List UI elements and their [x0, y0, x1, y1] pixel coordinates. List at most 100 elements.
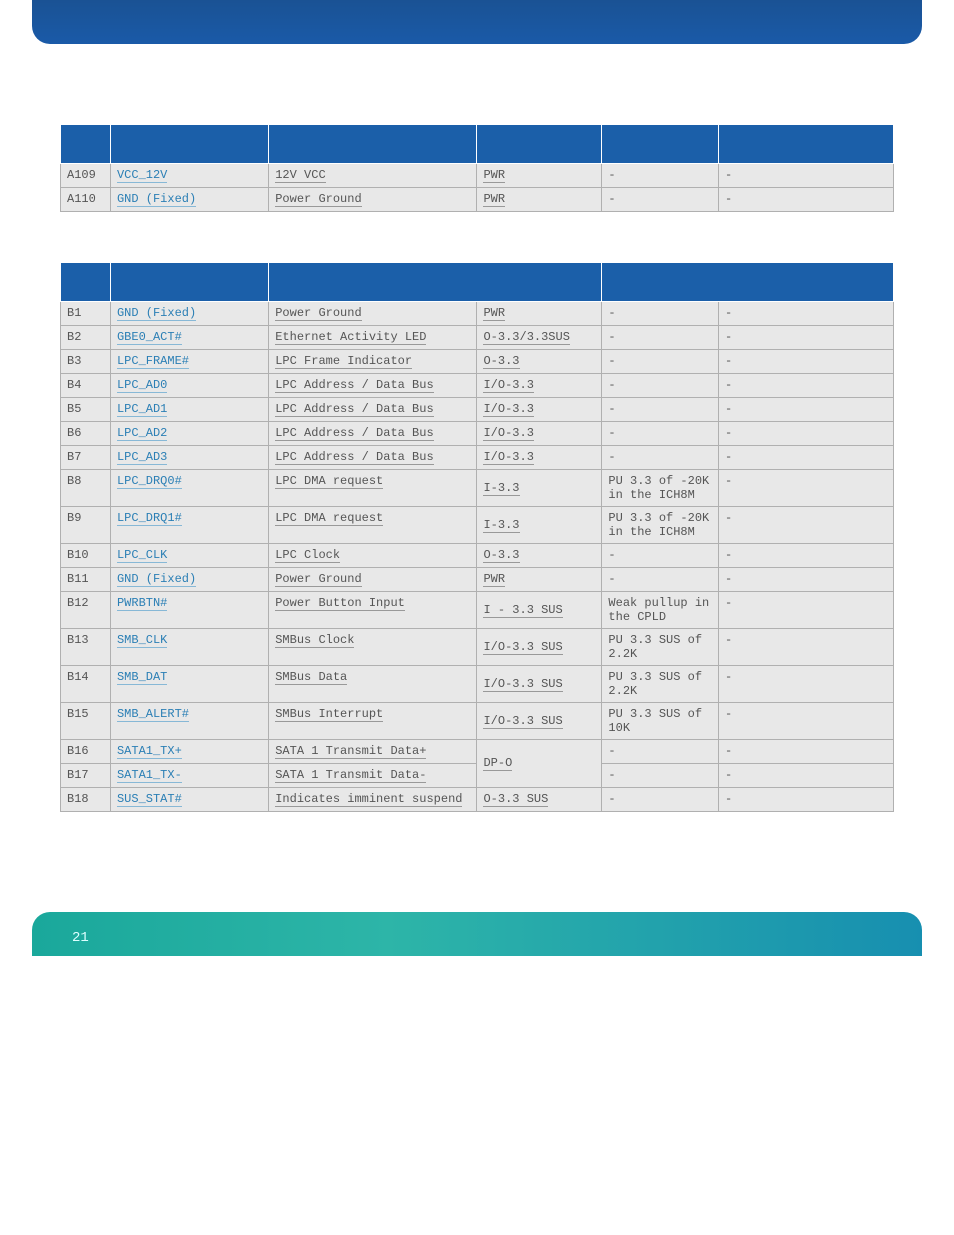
cell-type: O-3.3/3.3SUS: [477, 326, 602, 350]
cell-pu: -: [602, 164, 719, 188]
table-row: B5LPC_AD1LPC Address / Data BusI/O-3.3--: [61, 398, 894, 422]
header-signal: [110, 263, 268, 302]
cell-desc: Power Ground: [269, 302, 477, 326]
cell-desc: Indicates imminent suspend: [269, 788, 477, 812]
cell-pin: B10: [61, 544, 111, 568]
cell-pin: B1: [61, 302, 111, 326]
cell-pu: -: [602, 544, 719, 568]
cell-type: PWR: [477, 302, 602, 326]
cell-signal: GND (Fixed): [110, 302, 268, 326]
cell-note: -: [719, 302, 894, 326]
cell-pin: B5: [61, 398, 111, 422]
cell-type: I/O-3.3 SUS: [477, 629, 602, 666]
cell-pu: -: [602, 374, 719, 398]
table-row: A110GND (Fixed)Power GroundPWR--: [61, 188, 894, 212]
table-row: B2GBE0_ACT#Ethernet Activity LEDO-3.3/3.…: [61, 326, 894, 350]
cell-type: O-3.3 SUS: [477, 788, 602, 812]
pinout-table-b: B1GND (Fixed)Power GroundPWR--B2GBE0_ACT…: [60, 262, 894, 812]
cell-desc: LPC DMA request: [269, 507, 477, 544]
content-area: A109VCC_12V12V VCCPWR--A110GND (Fixed)Po…: [0, 44, 954, 852]
cell-type: O-3.3: [477, 350, 602, 374]
cell-pu: PU 3.3 of -20K in the ICH8M: [602, 507, 719, 544]
cell-pu: -: [602, 326, 719, 350]
cell-signal: LPC_DRQ1#: [110, 507, 268, 544]
header-pu-note: [602, 263, 894, 302]
table-row: B4LPC_AD0LPC Address / Data BusI/O-3.3--: [61, 374, 894, 398]
table-row: B15SMB_ALERT#SMBus InterruptI/O-3.3 SUSP…: [61, 703, 894, 740]
cell-type: PWR: [477, 188, 602, 212]
cell-note: -: [719, 629, 894, 666]
cell-pin: B15: [61, 703, 111, 740]
cell-desc: Power Button Input: [269, 592, 477, 629]
cell-signal: VCC_12V: [110, 164, 268, 188]
cell-pin: B17: [61, 764, 111, 788]
header-pin: [61, 125, 111, 164]
cell-pin: A110: [61, 188, 111, 212]
cell-type: I/O-3.3 SUS: [477, 703, 602, 740]
table-row: B3LPC_FRAME#LPC Frame IndicatorO-3.3--: [61, 350, 894, 374]
cell-note: -: [719, 398, 894, 422]
cell-note: -: [719, 788, 894, 812]
cell-desc: Ethernet Activity LED: [269, 326, 477, 350]
cell-pu: -: [602, 350, 719, 374]
cell-note: -: [719, 350, 894, 374]
cell-desc: LPC Address / Data Bus: [269, 398, 477, 422]
cell-note: -: [719, 422, 894, 446]
cell-pin: B4: [61, 374, 111, 398]
cell-signal: LPC_AD2: [110, 422, 268, 446]
cell-signal: GND (Fixed): [110, 188, 268, 212]
table-row: B9LPC_DRQ1#LPC DMA requestI-3.3PU 3.3 of…: [61, 507, 894, 544]
cell-pin: B3: [61, 350, 111, 374]
cell-signal: LPC_DRQ0#: [110, 470, 268, 507]
table-row: B10LPC_CLKLPC ClockO-3.3--: [61, 544, 894, 568]
cell-pin: A109: [61, 164, 111, 188]
cell-desc: LPC Frame Indicator: [269, 350, 477, 374]
cell-signal: LPC_FRAME#: [110, 350, 268, 374]
cell-pu: -: [602, 398, 719, 422]
cell-note: -: [719, 666, 894, 703]
cell-type: I-3.3: [477, 470, 602, 507]
cell-type: O-3.3: [477, 544, 602, 568]
cell-type: PWR: [477, 568, 602, 592]
cell-signal: SMB_ALERT#: [110, 703, 268, 740]
cell-desc: SATA 1 Transmit Data+: [269, 740, 477, 764]
cell-type: DP-O: [477, 740, 602, 788]
cell-signal: LPC_AD1: [110, 398, 268, 422]
header-signal: [110, 125, 268, 164]
cell-signal: SATA1_TX-: [110, 764, 268, 788]
header-type: [477, 125, 602, 164]
cell-signal: SATA1_TX+: [110, 740, 268, 764]
table-row: B14SMB_DATSMBus DataI/O-3.3 SUSPU 3.3 SU…: [61, 666, 894, 703]
cell-signal: GBE0_ACT#: [110, 326, 268, 350]
cell-pu: PU 3.3 of -20K in the ICH8M: [602, 470, 719, 507]
table-row: B1GND (Fixed)Power GroundPWR--: [61, 302, 894, 326]
cell-signal: SMB_DAT: [110, 666, 268, 703]
cell-desc: LPC Address / Data Bus: [269, 374, 477, 398]
cell-desc: LPC Clock: [269, 544, 477, 568]
cell-pin: B6: [61, 422, 111, 446]
cell-note: -: [719, 188, 894, 212]
cell-pu: -: [602, 302, 719, 326]
cell-note: -: [719, 507, 894, 544]
cell-pu: -: [602, 764, 719, 788]
cell-type: I - 3.3 SUS: [477, 592, 602, 629]
cell-note: -: [719, 568, 894, 592]
cell-note: -: [719, 544, 894, 568]
cell-pu: -: [602, 568, 719, 592]
cell-pin: B9: [61, 507, 111, 544]
table-row: B16SATA1_TX+SATA 1 Transmit Data+DP-O--: [61, 740, 894, 764]
cell-pin: B8: [61, 470, 111, 507]
cell-pin: B13: [61, 629, 111, 666]
cell-signal: GND (Fixed): [110, 568, 268, 592]
cell-type: I/O-3.3 SUS: [477, 666, 602, 703]
cell-desc: LPC Address / Data Bus: [269, 446, 477, 470]
cell-type: I/O-3.3: [477, 374, 602, 398]
cell-desc: 12V VCC: [269, 164, 477, 188]
cell-note: -: [719, 592, 894, 629]
top-banner: [32, 0, 922, 44]
header-desc: [269, 125, 477, 164]
cell-signal: LPC_AD3: [110, 446, 268, 470]
cell-signal: LPC_CLK: [110, 544, 268, 568]
cell-pu: -: [602, 188, 719, 212]
cell-desc: SMBus Interrupt: [269, 703, 477, 740]
